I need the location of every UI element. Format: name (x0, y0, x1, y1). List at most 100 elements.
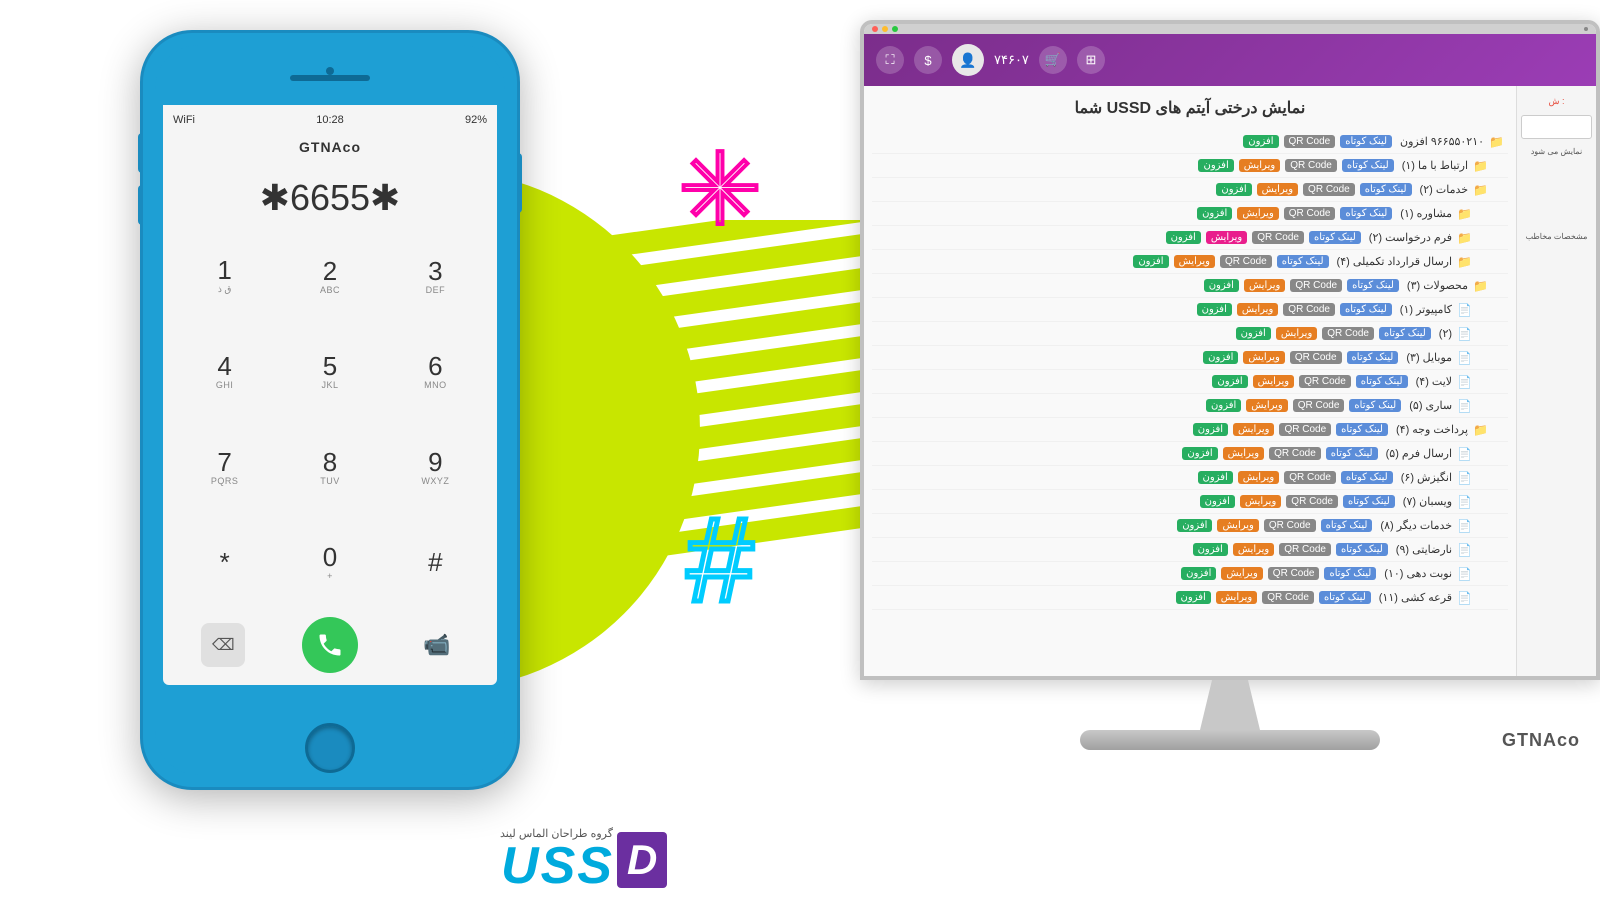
tag-add[interactable]: افزون (1204, 279, 1239, 292)
tag-short-link[interactable]: لینک کوتاه (1343, 495, 1395, 508)
expand-icon[interactable]: ⛶ (876, 46, 904, 74)
tag-qr[interactable]: QR Code (1299, 375, 1351, 388)
tag-short-link[interactable]: لینک کوتاه (1379, 327, 1431, 340)
tag-add[interactable]: افزون (1133, 255, 1168, 268)
dollar-icon[interactable]: $ (914, 46, 942, 74)
tag-add[interactable]: افزون (1198, 159, 1233, 172)
key-hash[interactable]: # (384, 516, 487, 609)
key-7[interactable]: 7 PQRS (173, 421, 276, 514)
tag-add[interactable]: افزون (1236, 327, 1271, 340)
tag-short-link[interactable]: لینک کوتاه (1342, 159, 1394, 172)
tag-short-link[interactable]: لینک کوتاه (1340, 303, 1392, 316)
tag-add[interactable]: افزون (1243, 135, 1278, 148)
tag-add[interactable]: افزون (1177, 519, 1212, 532)
volume-up-button[interactable] (138, 133, 143, 173)
key-star[interactable]: * (173, 516, 276, 609)
key-9[interactable]: 9 WXYZ (384, 421, 487, 514)
tag-edit[interactable]: ویرایش (1240, 495, 1281, 508)
home-button[interactable] (305, 723, 355, 773)
maximize-dot[interactable] (892, 26, 898, 32)
sidebar-input-1[interactable] (1521, 115, 1592, 139)
tag-short-link[interactable]: لینک کوتاه (1319, 591, 1371, 604)
tag-add[interactable]: افزون (1200, 495, 1235, 508)
tag-edit[interactable]: ویرایش (1206, 231, 1247, 244)
tag-qr[interactable]: QR Code (1268, 567, 1320, 580)
video-button[interactable]: 📹 (415, 623, 459, 667)
tag-short-link[interactable]: لینک کوتاه (1347, 279, 1399, 292)
tag-short-link[interactable]: لینک کوتاه (1324, 567, 1376, 580)
tag-edit[interactable]: ویرایش (1221, 567, 1262, 580)
tag-edit[interactable]: ویرایش (1239, 159, 1280, 172)
tag-short-link[interactable]: لینک کوتاه (1309, 231, 1361, 244)
cart-icon[interactable]: 🛒 (1039, 46, 1067, 74)
tag-qr[interactable]: QR Code (1279, 423, 1331, 436)
apps-icon[interactable]: ⊞ (1077, 46, 1105, 74)
key-1[interactable]: 1 ق ذ (173, 229, 276, 323)
tag-edit[interactable]: ویرایش (1246, 399, 1287, 412)
tag-qr[interactable]: QR Code (1269, 447, 1321, 460)
tag-short-link[interactable]: لینک کوتاه (1321, 519, 1373, 532)
tag-short-link[interactable]: لینک کوتاه (1347, 351, 1399, 364)
tag-edit[interactable]: ویرایش (1253, 375, 1294, 388)
key-5[interactable]: 5 JKL (278, 325, 381, 418)
tag-edit[interactable]: ویرایش (1244, 279, 1285, 292)
power-button[interactable] (517, 153, 522, 213)
tag-short-link[interactable]: لینک کوتاه (1356, 375, 1408, 388)
key-2[interactable]: 2 ABC (278, 229, 381, 323)
key-3[interactable]: 3 DEF (384, 229, 487, 323)
tag-qr[interactable]: QR Code (1220, 255, 1272, 268)
tag-edit[interactable]: ویرایش (1223, 447, 1264, 460)
tag-add[interactable]: افزون (1166, 231, 1201, 244)
tag-qr[interactable]: QR Code (1303, 183, 1355, 196)
tag-edit[interactable]: ویرایش (1237, 303, 1278, 316)
tag-edit[interactable]: ویرایش (1238, 471, 1279, 484)
tag-add[interactable]: افزون (1176, 591, 1211, 604)
tag-short-link[interactable]: لینک کوتاه (1341, 471, 1393, 484)
tag-short-link[interactable]: لینک کوتاه (1336, 423, 1388, 436)
tag-qr[interactable]: QR Code (1283, 303, 1335, 316)
tag-short-link[interactable]: لینک کوتاه (1277, 255, 1329, 268)
tag-short-link[interactable]: لینک کوتاه (1336, 543, 1388, 556)
tag-add[interactable]: افزون (1182, 447, 1217, 460)
minimize-dot[interactable] (882, 26, 888, 32)
tag-edit[interactable]: ویرایش (1243, 351, 1284, 364)
tag-qr[interactable]: QR Code (1285, 159, 1337, 172)
tag-edit[interactable]: ویرایش (1217, 519, 1258, 532)
key-6[interactable]: 6 MNO (384, 325, 487, 418)
volume-down-button[interactable] (138, 185, 143, 225)
tag-qr[interactable]: QR Code (1284, 135, 1336, 148)
tag-edit[interactable]: ویرایش (1233, 423, 1274, 436)
tag-add[interactable]: افزون (1216, 183, 1251, 196)
key-8[interactable]: 8 TUV (278, 421, 381, 514)
tag-edit[interactable]: ویرایش (1237, 207, 1278, 220)
tag-edit[interactable]: ویرایش (1216, 591, 1257, 604)
tag-edit[interactable]: ویرایش (1174, 255, 1215, 268)
tag-qr[interactable]: QR Code (1290, 279, 1342, 292)
tag-qr[interactable]: QR Code (1293, 399, 1345, 412)
tag-qr[interactable]: QR Code (1252, 231, 1304, 244)
tag-add[interactable]: افزون (1212, 375, 1247, 388)
tag-short-link[interactable]: لینک کوتاه (1326, 447, 1378, 460)
tag-add[interactable]: افزون (1203, 351, 1238, 364)
tag-qr[interactable]: QR Code (1284, 207, 1336, 220)
tag-add[interactable]: افزون (1198, 471, 1233, 484)
tag-edit[interactable]: ویرایش (1257, 183, 1298, 196)
tag-add[interactable]: افزون (1193, 423, 1228, 436)
close-dot[interactable] (872, 26, 878, 32)
tag-short-link[interactable]: لینک کوتاه (1360, 183, 1412, 196)
tag-qr[interactable]: QR Code (1286, 495, 1338, 508)
tag-qr[interactable]: QR Code (1322, 327, 1374, 340)
tag-edit[interactable]: ویرایش (1233, 543, 1274, 556)
key-4[interactable]: 4 GHI (173, 325, 276, 418)
delete-button[interactable]: ⌫ (201, 623, 245, 667)
tag-add[interactable]: افزون (1193, 543, 1228, 556)
call-button[interactable] (302, 617, 358, 673)
tag-short-link[interactable]: لینک کوتاه (1340, 135, 1392, 148)
tag-short-link[interactable]: لینک کوتاه (1340, 207, 1392, 220)
tag-edit[interactable]: ویرایش (1276, 327, 1317, 340)
tag-short-link[interactable]: لینک کوتاه (1349, 399, 1401, 412)
tag-add[interactable]: افزون (1206, 399, 1241, 412)
tag-qr[interactable]: QR Code (1264, 519, 1316, 532)
tag-qr[interactable]: QR Code (1290, 351, 1342, 364)
ussd-tree[interactable]: 📁 ۹۶۶۵۵۰۲۱۰ افزون لینک کوتاه QR Code افز… (872, 130, 1508, 668)
